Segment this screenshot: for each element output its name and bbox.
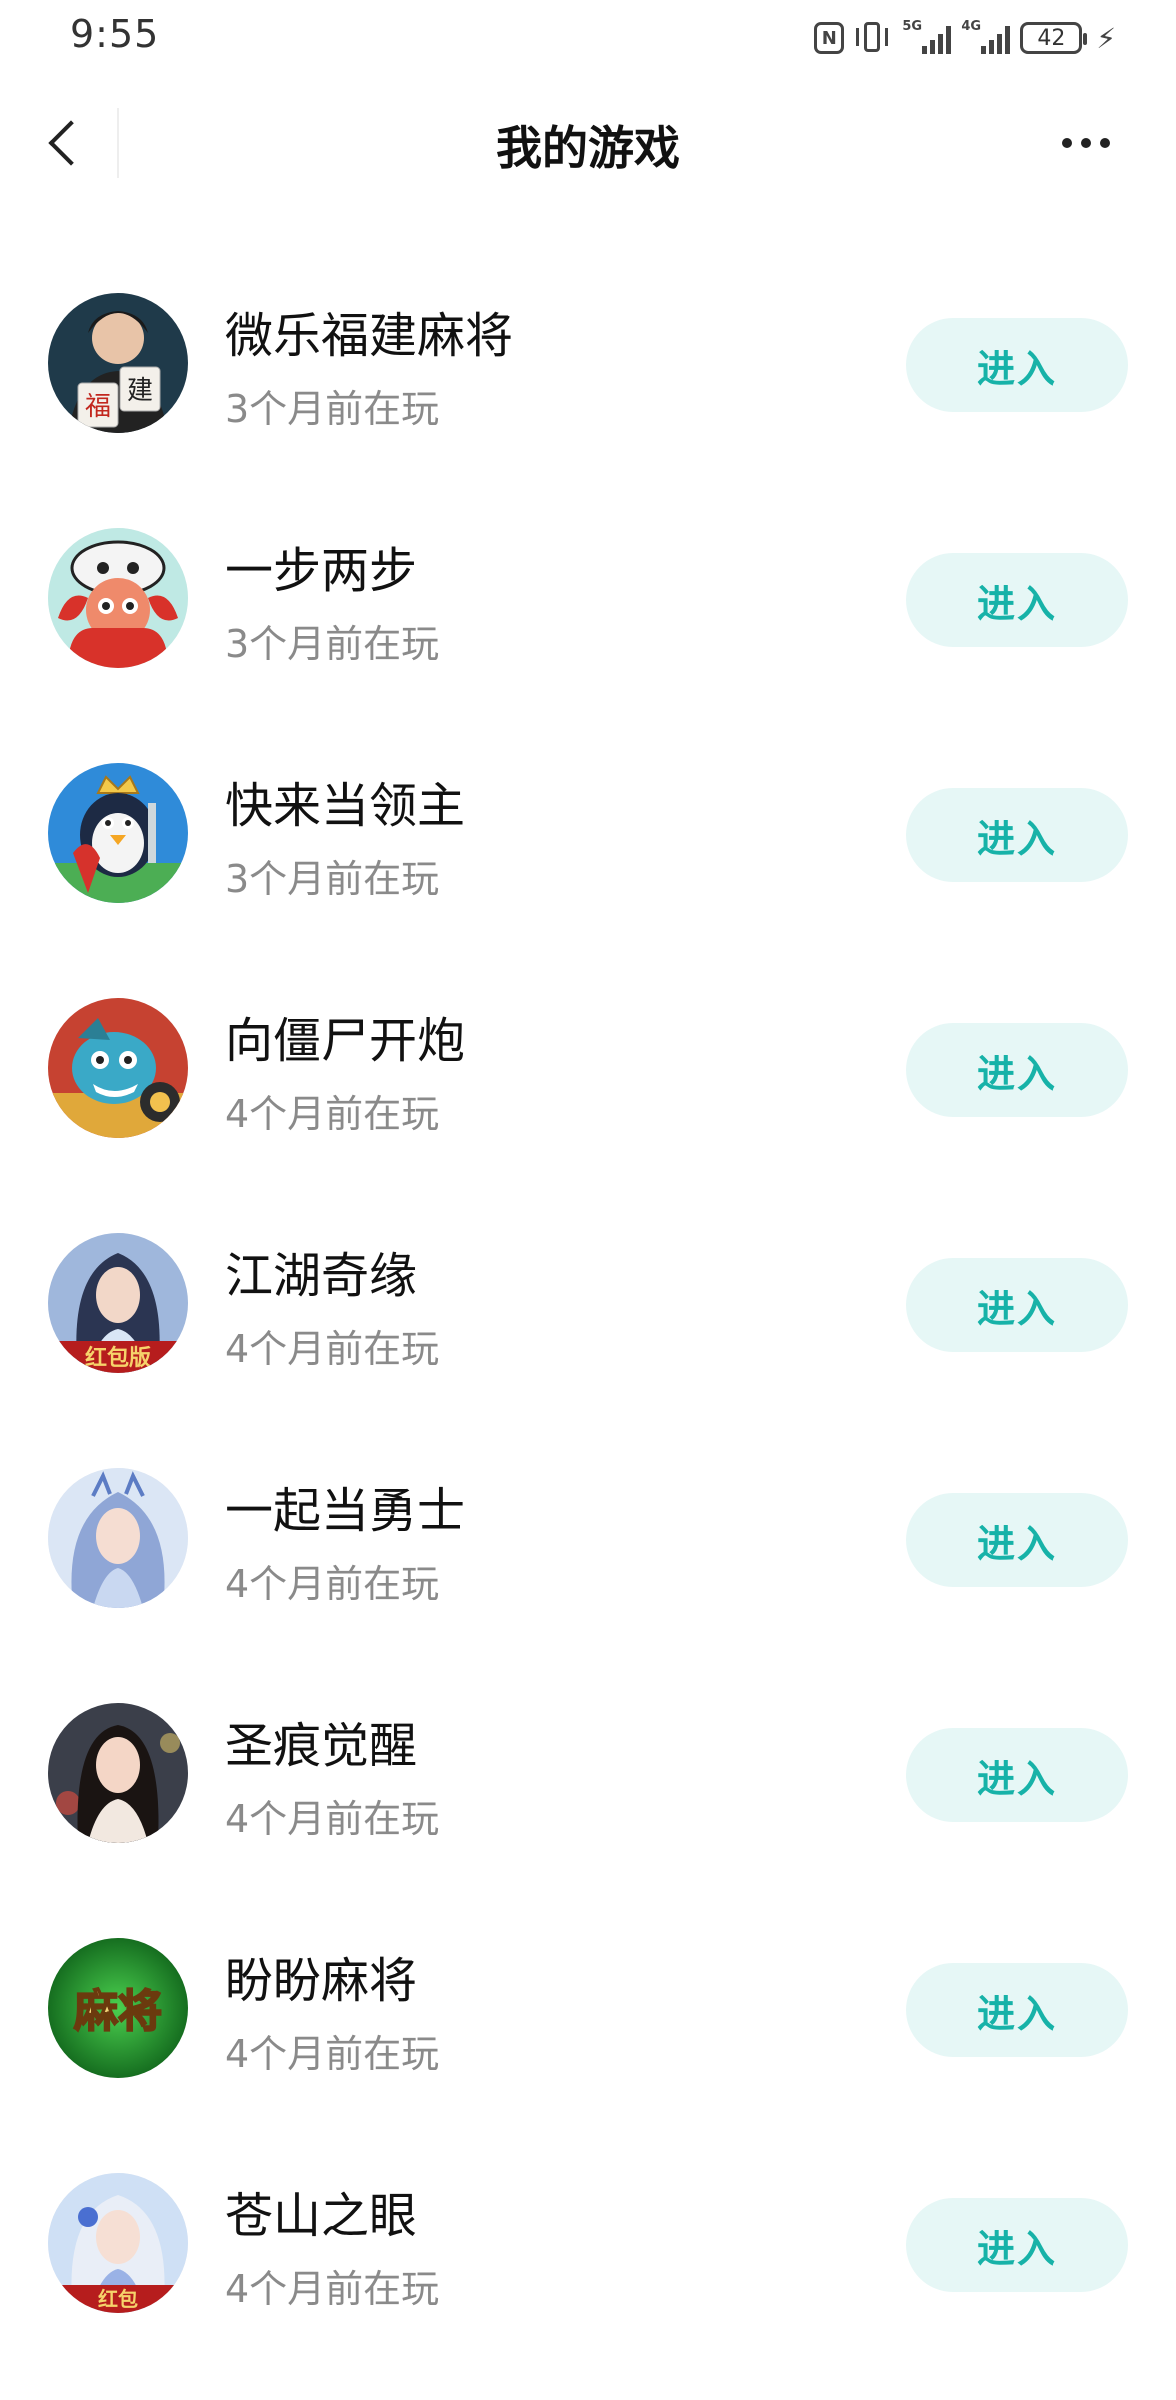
game-row[interactable]: 麻将 盼盼麻将 4个月前在玩 进入	[0, 1915, 1176, 2150]
enter-button[interactable]: 进入	[906, 1728, 1128, 1822]
nfc-icon: N	[814, 22, 845, 54]
more-dot	[1100, 138, 1110, 148]
game-row[interactable]: 快来当领主 3个月前在玩 进入	[0, 740, 1176, 975]
tile-jian-text: 建	[127, 376, 153, 406]
game-row[interactable]: 福 建 微乐福建麻将 3个月前在玩 进入	[0, 270, 1176, 505]
fantasy-heroine-icon[interactable]	[48, 1468, 188, 1608]
more-options-button[interactable]	[1046, 118, 1126, 168]
enter-button[interactable]: 进入	[906, 1258, 1128, 1352]
game-name: 微乐福建麻将	[225, 308, 514, 364]
game-name: 江湖奇缘	[225, 1248, 418, 1304]
game-name: 一起当勇士	[225, 1483, 466, 1539]
vibrate-icon	[854, 22, 892, 54]
enter-button[interactable]: 进入	[906, 1023, 1128, 1117]
game-name: 苍山之眼	[225, 2188, 418, 2244]
wuxia-heroine-icon[interactable]: 红包版	[48, 1233, 188, 1373]
signal-5g-label: 5G	[902, 19, 923, 34]
game-row[interactable]: 圣痕觉醒 4个月前在玩 进入	[0, 1680, 1176, 1915]
enter-button[interactable]: 进入	[906, 553, 1128, 647]
game-row[interactable]: 一步两步 3个月前在玩 进入	[0, 505, 1176, 740]
redpacket-badge: 红包	[98, 2287, 138, 2311]
silver-hair-heroine-icon[interactable]: 红包	[48, 2173, 188, 2313]
game-row[interactable]: 向僵尸开炮 4个月前在玩 进入	[0, 975, 1176, 1210]
game-name: 一步两步	[225, 543, 418, 599]
game-name: 快来当领主	[225, 778, 466, 834]
mahjong-fujian-icon[interactable]: 福 建	[48, 293, 188, 433]
game-last-played: 3个月前在玩	[225, 857, 440, 901]
signal-4g-label: 4G	[961, 19, 982, 34]
game-name: 圣痕觉醒	[225, 1718, 418, 1774]
enter-button[interactable]: 进入	[906, 1963, 1128, 2057]
game-row[interactable]: 红包 苍山之眼 4个月前在玩 进入	[0, 2150, 1176, 2385]
game-row[interactable]: 一起当勇士 4个月前在玩 进入	[0, 1445, 1176, 1680]
game-name: 向僵尸开炮	[225, 1013, 466, 1069]
portrait-woman-icon[interactable]	[48, 1703, 188, 1843]
enter-button[interactable]: 进入	[906, 318, 1128, 412]
redpacket-version-badge: 红包版	[85, 1345, 151, 1371]
game-last-played: 3个月前在玩	[225, 622, 440, 666]
status-bar: 9:55 N 5G 4G 42 ⚡	[0, 0, 1176, 74]
game-last-played: 4个月前在玩	[225, 1797, 440, 1841]
game-last-played: 4个月前在玩	[225, 2267, 440, 2311]
game-last-played: 4个月前在玩	[225, 1562, 440, 1606]
game-last-played: 4个月前在玩	[225, 2032, 440, 2076]
status-icons: N 5G 4G 42 ⚡	[814, 18, 1116, 58]
zombie-cannon-icon[interactable]	[48, 998, 188, 1138]
game-name: 盼盼麻将	[225, 1953, 418, 2009]
mahjong-green-icon[interactable]: 麻将	[48, 1938, 188, 2078]
more-dot	[1081, 138, 1091, 148]
game-last-played: 4个月前在玩	[225, 1327, 440, 1371]
game-last-played: 3个月前在玩	[225, 387, 440, 431]
signal-4g-icon: 4G	[961, 19, 1011, 54]
charging-bolt-icon: ⚡	[1096, 21, 1116, 55]
battery-icon: 42	[1020, 22, 1088, 54]
enter-button[interactable]: 进入	[906, 1493, 1128, 1587]
game-row[interactable]: 红包版 江湖奇缘 4个月前在玩 进入	[0, 1210, 1176, 1445]
cartoon-dragon-icon[interactable]	[48, 528, 188, 668]
tile-fu-text: 福	[85, 392, 111, 422]
more-dot	[1062, 138, 1072, 148]
game-last-played: 4个月前在玩	[225, 1092, 440, 1136]
status-time: 9:55	[70, 12, 160, 56]
signal-5g-icon: 5G	[902, 19, 952, 54]
game-list: 福 建 微乐福建麻将 3个月前在玩 进入 一步两步 3个月前在玩 进入 快来当领…	[0, 270, 1176, 2385]
mahjong-logo-text: 麻将	[74, 1986, 162, 2037]
page-header: 我的游戏	[0, 88, 1176, 198]
enter-button[interactable]: 进入	[906, 788, 1128, 882]
enter-button[interactable]: 进入	[906, 2198, 1128, 2292]
penguin-king-icon[interactable]	[48, 763, 188, 903]
page-title: 我的游戏	[496, 121, 680, 175]
